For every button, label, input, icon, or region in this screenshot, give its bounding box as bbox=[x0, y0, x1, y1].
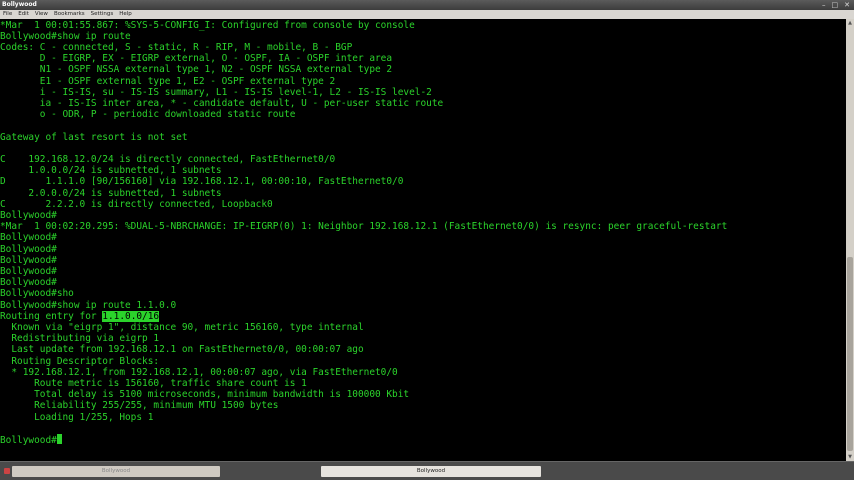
terminal-line: Bollywood#sho bbox=[0, 288, 74, 300]
terminal-line: N1 - OSPF NSSA external type 1, N2 - OSP… bbox=[0, 64, 393, 76]
terminal-line: i - IS-IS, su - IS-IS summary, L1 - IS-I… bbox=[0, 86, 432, 98]
terminal-line: Total delay is 5100 microseconds, minimu… bbox=[0, 389, 410, 401]
maximize-icon[interactable]: □ bbox=[832, 0, 839, 10]
window-titlebar[interactable]: Bollywood – □ ✕ bbox=[0, 0, 854, 10]
terminal-scrollbar[interactable]: ▲ ▼ bbox=[846, 19, 854, 461]
terminal-line: Bollywood# bbox=[0, 254, 57, 266]
scroll-up-arrow-icon[interactable]: ▲ bbox=[846, 19, 854, 27]
window-controls: – □ ✕ bbox=[822, 0, 850, 10]
terminal-line: *Mar 1 00:01:55.867: %SYS-5-CONFIG_I: Co… bbox=[0, 19, 415, 31]
app-launcher-icon[interactable] bbox=[4, 468, 10, 474]
terminal-line: Bollywood#show ip route bbox=[0, 30, 131, 42]
terminal-line: Bollywood#show ip route 1.1.0.0 bbox=[0, 299, 177, 311]
prompt-text: Bollywood# bbox=[0, 434, 57, 446]
terminal-line: * 192.168.12.1, from 192.168.12.1, 00:00… bbox=[0, 366, 398, 378]
terminal-line: 1.0.0.0/24 is subnetted, 1 subnets bbox=[0, 165, 222, 177]
menu-view[interactable]: View bbox=[35, 10, 48, 19]
terminal-line: Last update from 192.168.12.1 on FastEth… bbox=[0, 344, 364, 356]
taskbar-item-inactive[interactable]: Bollywood bbox=[12, 466, 220, 477]
terminal-line: ia - IS-IS inter area, * - candidate def… bbox=[0, 97, 444, 109]
text-cursor bbox=[56, 433, 62, 444]
menu-bookmarks[interactable]: Bookmarks bbox=[54, 10, 85, 19]
terminal-line: 2.0.0.0/24 is subnetted, 1 subnets bbox=[0, 187, 222, 199]
terminal-line: Gateway of last resort is not set bbox=[0, 131, 188, 143]
taskbar-item-active[interactable]: Bollywood bbox=[321, 466, 541, 477]
terminal-line: Codes: C - connected, S - static, R - RI… bbox=[0, 41, 353, 53]
terminal-line: o - ODR, P - periodic downloaded static … bbox=[0, 109, 296, 121]
taskbar: Bollywood Bollywood bbox=[0, 461, 854, 480]
selected-text-highlight[interactable]: 1.1.0.0/16 bbox=[102, 310, 160, 322]
terminal-line: C 2.2.2.0 is directly connected, Loopbac… bbox=[0, 198, 273, 210]
terminal-line: *Mar 1 00:02:20.295: %DUAL-5-NBRCHANGE: … bbox=[0, 221, 728, 233]
terminal-output[interactable]: *Mar 1 00:01:55.867: %SYS-5-CONFIG_I: Co… bbox=[0, 19, 846, 461]
terminal-line: Redistributing via eigrp 1 bbox=[0, 333, 160, 345]
terminal-line: C 192.168.12.0/24 is directly connected,… bbox=[0, 153, 336, 165]
close-icon[interactable]: ✕ bbox=[844, 0, 850, 10]
terminal-line: Known via "eigrp 1", distance 90, metric… bbox=[0, 321, 364, 333]
routing-entry-label: Routing entry for bbox=[0, 310, 103, 322]
menu-help[interactable]: Help bbox=[119, 10, 132, 19]
scrollbar-thumb[interactable] bbox=[847, 257, 853, 451]
terminal-line: Reliability 255/255, minimum MTU 1500 by… bbox=[0, 400, 279, 412]
minimize-icon[interactable]: – bbox=[822, 0, 826, 10]
routing-entry-line: Routing entry for 1.1.0.0/16 bbox=[0, 310, 160, 322]
terminal-line: Routing Descriptor Blocks: bbox=[0, 355, 160, 367]
window-title: Bollywood bbox=[2, 1, 37, 8]
command-prompt: Bollywood# bbox=[0, 433, 62, 446]
menu-edit[interactable]: Edit bbox=[18, 10, 29, 19]
menu-file[interactable]: File bbox=[3, 10, 12, 19]
menu-bar: File Edit View Bookmarks Settings Help bbox=[0, 10, 854, 19]
terminal-line: Bollywood# bbox=[0, 209, 57, 221]
terminal-line: Bollywood# bbox=[0, 265, 57, 277]
terminal-line: Bollywood# bbox=[0, 277, 57, 289]
menu-settings[interactable]: Settings bbox=[91, 10, 114, 19]
terminal-line: E1 - OSPF external type 1, E2 - OSPF ext… bbox=[0, 75, 336, 87]
terminal-line: Loading 1/255, Hops 1 bbox=[0, 411, 154, 423]
terminal-line: Route metric is 156160, traffic share co… bbox=[0, 377, 307, 389]
terminal-line: Bollywood# bbox=[0, 243, 57, 255]
terminal-line: D 1.1.1.0 [90/156160] via 192.168.12.1, … bbox=[0, 176, 404, 188]
terminal-line: Bollywood# bbox=[0, 232, 57, 244]
terminal-line: D - EIGRP, EX - EIGRP external, O - OSPF… bbox=[0, 53, 393, 65]
scroll-down-arrow-icon[interactable]: ▼ bbox=[846, 453, 854, 461]
